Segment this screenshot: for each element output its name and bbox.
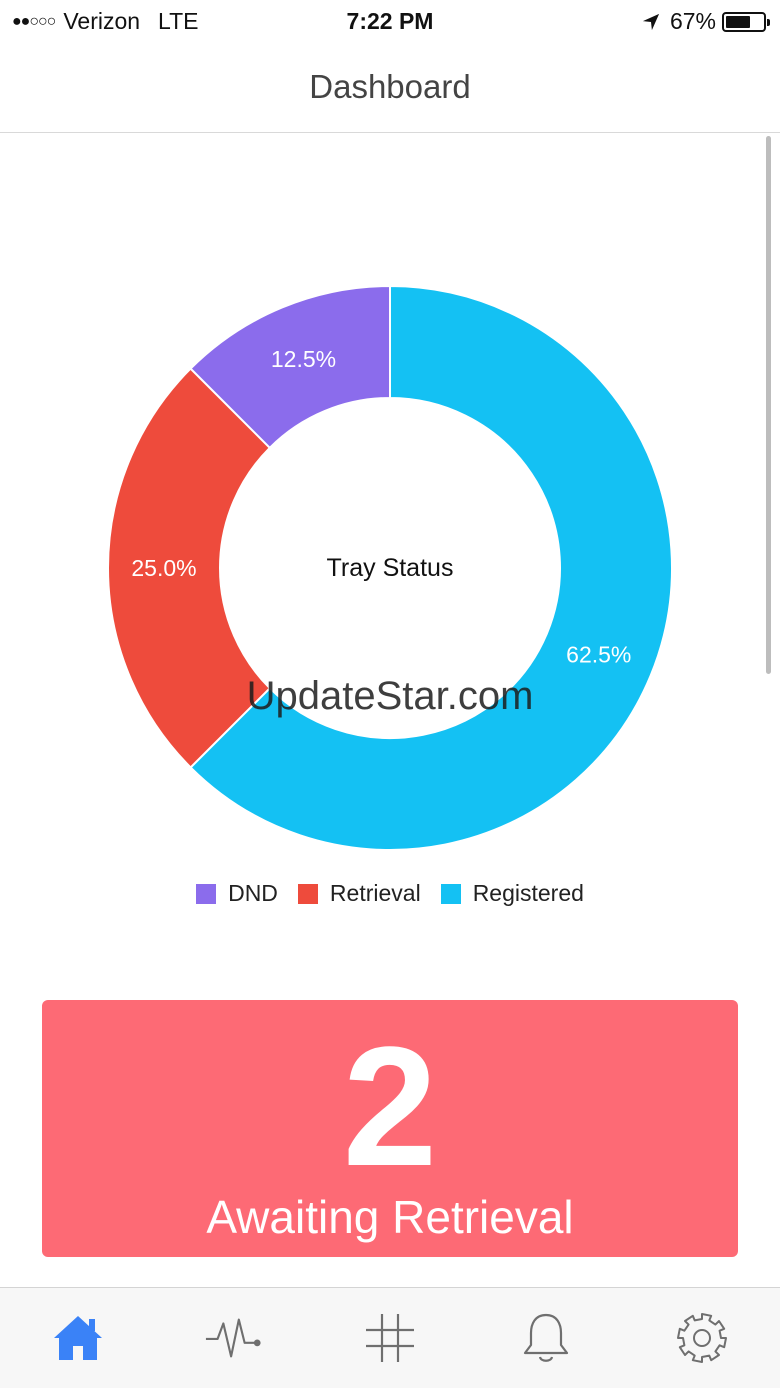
hashtag-icon bbox=[366, 1314, 414, 1362]
status-bar: ●●○○○ Verizon LTE 7:22 PM 67% bbox=[0, 0, 780, 44]
status-right: 67% bbox=[642, 8, 770, 35]
home-icon bbox=[54, 1316, 102, 1360]
tab-bar bbox=[0, 1287, 780, 1388]
legend-swatch bbox=[440, 883, 461, 904]
awaiting-retrieval-card[interactable]: 2 Awaiting Retrieval bbox=[42, 1000, 738, 1257]
activity-icon bbox=[205, 1318, 261, 1358]
legend-swatch bbox=[196, 883, 217, 904]
tab-settings[interactable] bbox=[672, 1308, 732, 1368]
navigation-bar: Dashboard bbox=[0, 44, 780, 133]
chart-legend: DND Retrieval Registered bbox=[0, 880, 780, 907]
battery-cap bbox=[767, 18, 770, 26]
bell-icon bbox=[523, 1313, 569, 1362]
chart-title: Tray Status bbox=[327, 554, 454, 582]
legend-label: DND bbox=[228, 880, 278, 906]
battery-icon bbox=[722, 11, 770, 32]
slice-label-registered: 62.5% bbox=[566, 641, 631, 667]
page-title: Dashboard bbox=[309, 68, 471, 105]
gear-icon bbox=[677, 1313, 727, 1363]
awaiting-count: 2 bbox=[342, 1012, 438, 1202]
tab-home[interactable] bbox=[48, 1308, 108, 1368]
slice-label-dnd: 12.5% bbox=[271, 346, 336, 372]
slice-label-retrieval: 25.0% bbox=[131, 555, 196, 581]
tab-notifications[interactable] bbox=[516, 1308, 576, 1368]
legend-item-registered[interactable]: Registered bbox=[440, 880, 584, 907]
tab-activity[interactable] bbox=[204, 1308, 264, 1368]
legend-label: Retrieval bbox=[329, 880, 421, 906]
battery-fill bbox=[726, 15, 751, 28]
legend-item-retrieval[interactable]: Retrieval bbox=[297, 880, 421, 907]
legend-swatch bbox=[297, 883, 318, 904]
tab-grid[interactable] bbox=[360, 1308, 420, 1368]
awaiting-label: Awaiting Retrieval bbox=[206, 1191, 574, 1243]
location-arrow-icon bbox=[642, 13, 660, 30]
donut-chart-svg: 62.5% 25.0% 12.5% Tray Status bbox=[107, 284, 673, 851]
legend-item-dnd[interactable]: DND bbox=[196, 880, 278, 907]
tray-status-chart: 62.5% 25.0% 12.5% Tray Status DND Retrieval R… bbox=[0, 134, 780, 924]
battery-percent: 67% bbox=[669, 8, 716, 34]
legend-label: Registered bbox=[472, 880, 584, 906]
